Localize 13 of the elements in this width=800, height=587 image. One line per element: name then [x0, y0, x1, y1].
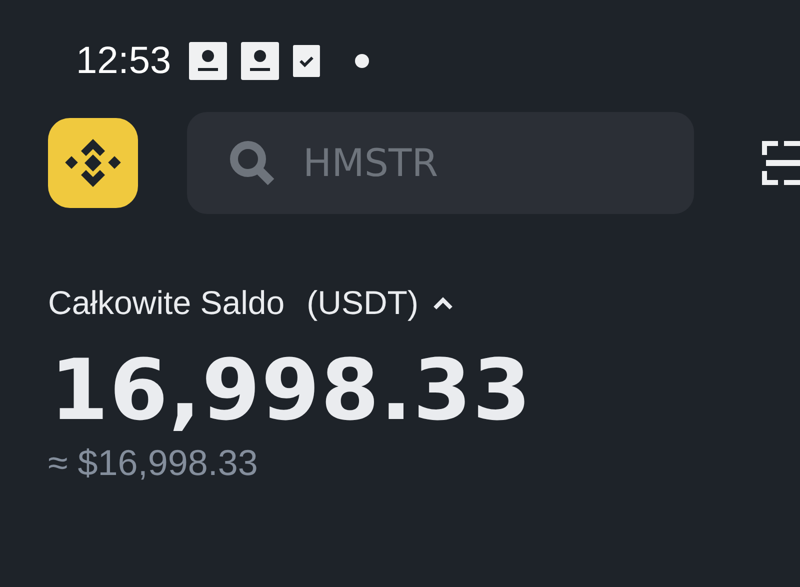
app-logo-icon[interactable]: [48, 118, 138, 208]
balance-usd-value: ≈ $16,998.33: [47, 442, 259, 484]
currency-label: (USDT): [306, 284, 418, 322]
status-time: 12:53: [76, 40, 172, 82]
contact-card-icon: [241, 42, 280, 80]
contact-card-icon: [189, 42, 228, 80]
search-icon: [227, 138, 277, 188]
balance-amount: 16,998.33: [49, 344, 533, 436]
balance-label: Całkowite Saldo: [48, 284, 285, 322]
notification-dot-icon: [355, 54, 370, 68]
scan-icon[interactable]: [762, 141, 800, 185]
search-field[interactable]: HMSTR: [187, 112, 694, 214]
caret-up-icon[interactable]: [432, 296, 454, 310]
